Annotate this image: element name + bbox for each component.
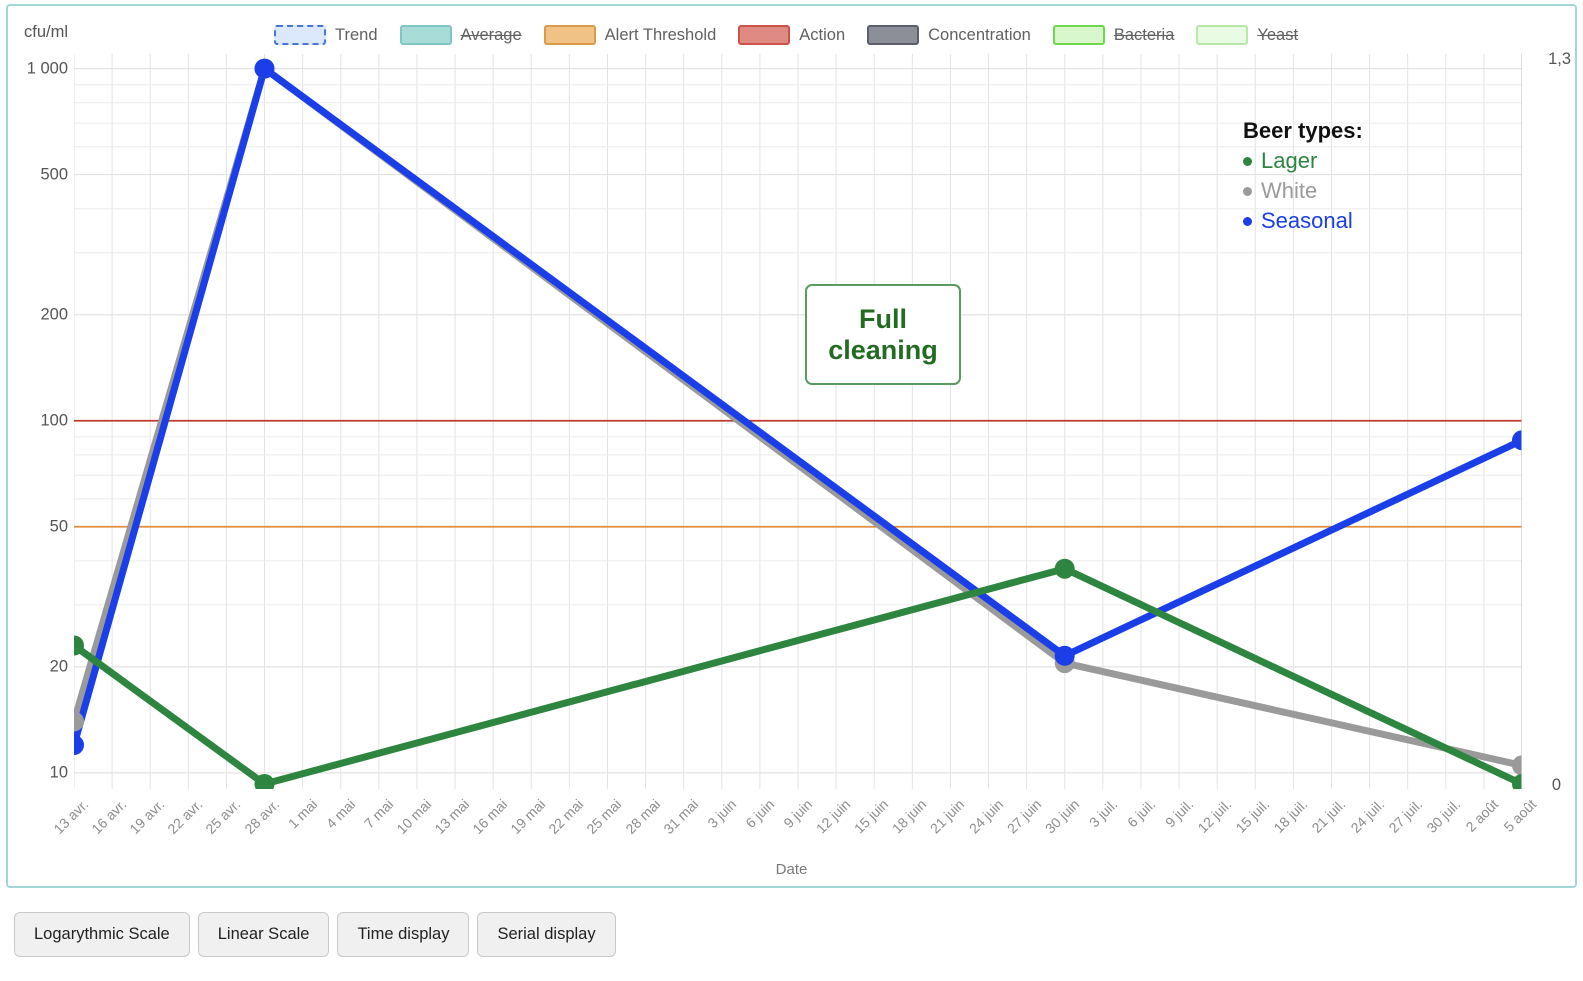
chart-legend: Trend Average Alert Threshold Action Concent…: [274, 22, 1320, 48]
x-axis-tick-label: 18 juil.: [1270, 796, 1311, 836]
x-axis-tick-label: 30 juin: [1041, 796, 1083, 837]
legend-item-concentration[interactable]: Concentration: [867, 25, 1031, 45]
x-axis-tick-label: 25 mai: [583, 796, 625, 838]
beer-types-legend: Beer types: Lager White Seasonal: [1243, 118, 1363, 234]
x-axis-tick-label: 12 juil.: [1194, 796, 1235, 836]
legend-swatch-icon: [867, 25, 920, 45]
annotation-callout[interactable]: Full cleaning: [805, 284, 961, 385]
y-axis-tick-label: 1 000: [26, 59, 68, 78]
x-axis-tick-label: 2 août: [1462, 796, 1502, 835]
chart-card: cfu/ml 1,3 0 Trend Average Alert Threshold…: [6, 4, 1577, 888]
x-axis-tick-label: 22 avr.: [164, 796, 206, 838]
x-axis-tick-label: 21 juin: [927, 796, 968, 837]
button-serial-display[interactable]: Serial display: [477, 912, 616, 957]
legend-swatch-icon: [543, 25, 596, 45]
legend-item-action[interactable]: Action: [738, 25, 845, 45]
x-axis-tick-label: 3 juin: [704, 796, 740, 831]
secondary-y-axis-bottom-label: 0: [1551, 776, 1561, 794]
x-axis-tick-label: 5 août: [1500, 796, 1540, 835]
legend-item-label: Action: [799, 25, 846, 44]
y-axis-tick-label: 100: [40, 411, 68, 430]
legend-item-label: Alert Threshold: [604, 25, 717, 44]
y-axis-tick-label: 200: [40, 305, 68, 324]
bullet-dot-icon: [1243, 186, 1252, 196]
legend-swatch-icon: [738, 25, 791, 45]
x-axis-tick-label: 3 juil.: [1085, 796, 1121, 831]
legend-swatch-icon: [274, 25, 326, 45]
legend-item-label: Yeast: [1257, 25, 1299, 44]
beer-types-title: Beer types:: [1243, 118, 1363, 143]
beer-type-item-seasonal[interactable]: Seasonal: [1243, 208, 1363, 234]
x-axis-tick-label: 27 juil.: [1385, 796, 1425, 836]
data-point-seasonal[interactable]: [74, 735, 84, 755]
beer-type-label: Seasonal: [1261, 208, 1353, 233]
x-axis-tick-label: 30 juil.: [1423, 796, 1464, 836]
beer-types-list: Lager White Seasonal: [1243, 148, 1363, 234]
x-axis-tick-label: 16 avr.: [88, 796, 130, 838]
legend-swatch-icon: [1052, 25, 1105, 45]
x-axis-tick-label: 28 mai: [621, 796, 663, 838]
y-axis-tick-label: 10: [49, 763, 68, 782]
x-axis-title: Date: [775, 861, 808, 878]
x-axis-tick-label: 21 juil.: [1308, 796, 1349, 836]
legend-item-trend[interactable]: Trend: [274, 25, 378, 45]
x-axis-tick-label: 13 avr.: [50, 796, 92, 838]
x-axis-tick-label: 12 juin: [812, 796, 854, 837]
legend-item-yeast[interactable]: Yeast: [1196, 25, 1298, 45]
button-time-display[interactable]: Time display: [337, 912, 470, 957]
x-axis-tick-label: 16 mai: [469, 796, 511, 838]
beer-type-label: Lager: [1261, 148, 1318, 173]
legend-item-label: Average: [460, 25, 522, 44]
x-axis-tick-label: 15 juil.: [1232, 796, 1273, 836]
x-axis-tick-label: 15 juin: [851, 796, 892, 837]
x-axis-tick-label: 10 mai: [393, 796, 435, 838]
legend-swatch-icon: [399, 25, 452, 45]
legend-item-label: Concentration: [928, 25, 1031, 44]
x-axis-tick-label: 24 juil.: [1346, 796, 1387, 836]
button-logarythmic-scale[interactable]: Logarythmic Scale: [14, 912, 190, 957]
y-axis-tick-label: 20: [49, 657, 68, 676]
x-axis-tick-label: 4 mai: [322, 796, 359, 832]
beer-type-label: White: [1261, 178, 1318, 203]
x-axis-tick-label: 22 mai: [545, 796, 587, 838]
x-axis-tick-label: 27 juin: [1003, 796, 1044, 837]
data-point-lager[interactable]: [1054, 558, 1075, 579]
x-axis-tick-label: 1 mai: [284, 796, 320, 832]
x-axis-tick-label: 28 avr.: [240, 796, 282, 838]
legend-item-alert-threshold[interactable]: Alert Threshold: [543, 25, 717, 45]
x-axis-tick-label: 24 juin: [965, 796, 1006, 837]
x-axis-tick-label: 9 juin: [780, 796, 816, 831]
x-axis-tick-label: 25 avr.: [202, 796, 244, 838]
x-axis-tick-label: 7 mai: [360, 796, 397, 832]
data-point-seasonal[interactable]: [254, 58, 275, 79]
x-axis-tick-label: 19 mai: [507, 796, 549, 838]
bullet-dot-icon: [1243, 216, 1252, 226]
x-axis-ticks: 13 avr. 16 avr. 19 avr. 22 avr. 25 avr. 28 av…: [50, 792, 1539, 862]
legend-swatch-icon: [1196, 25, 1249, 45]
x-axis-tick-label: 31 mai: [659, 796, 701, 838]
x-axis-tick-label: 9 juil.: [1161, 796, 1197, 831]
y-axis-tick-label: 50: [49, 517, 68, 536]
x-axis-tick-label: 6 juil.: [1123, 796, 1159, 831]
x-axis-tick-label: 6 juin: [742, 796, 778, 831]
button-linear-scale[interactable]: Linear Scale: [197, 912, 330, 957]
y-axis-ticks: 1 000 500 200 100 50 20 10: [8, 54, 68, 789]
annotation-label: Full cleaning: [828, 303, 938, 365]
x-axis-tick-label: 19 avr.: [126, 796, 168, 838]
chart-page: cfu/ml 1,3 0 Trend Average Alert Threshold…: [0, 0, 1583, 981]
y-axis-unit-label: cfu/ml: [24, 23, 69, 41]
beer-type-item-white[interactable]: White: [1243, 178, 1363, 204]
legend-item-average[interactable]: Average: [399, 25, 522, 45]
legend-item-label: Bacteria: [1113, 25, 1175, 44]
x-axis-tick-label: 18 juin: [889, 796, 930, 837]
data-point-seasonal[interactable]: [1054, 645, 1075, 666]
secondary-y-axis-top-label: 1,3: [1548, 50, 1571, 68]
beer-type-item-lager[interactable]: Lager: [1243, 148, 1363, 174]
y-axis-tick-label: 500: [40, 165, 68, 184]
legend-item-bacteria[interactable]: Bacteria: [1052, 25, 1175, 45]
legend-item-label: Trend: [335, 25, 378, 44]
scale-button-bar: Logarythmic Scale Linear Scale Time displa…: [14, 912, 616, 957]
bullet-dot-icon: [1243, 156, 1252, 166]
x-axis-tick-label: 13 mai: [431, 796, 473, 838]
